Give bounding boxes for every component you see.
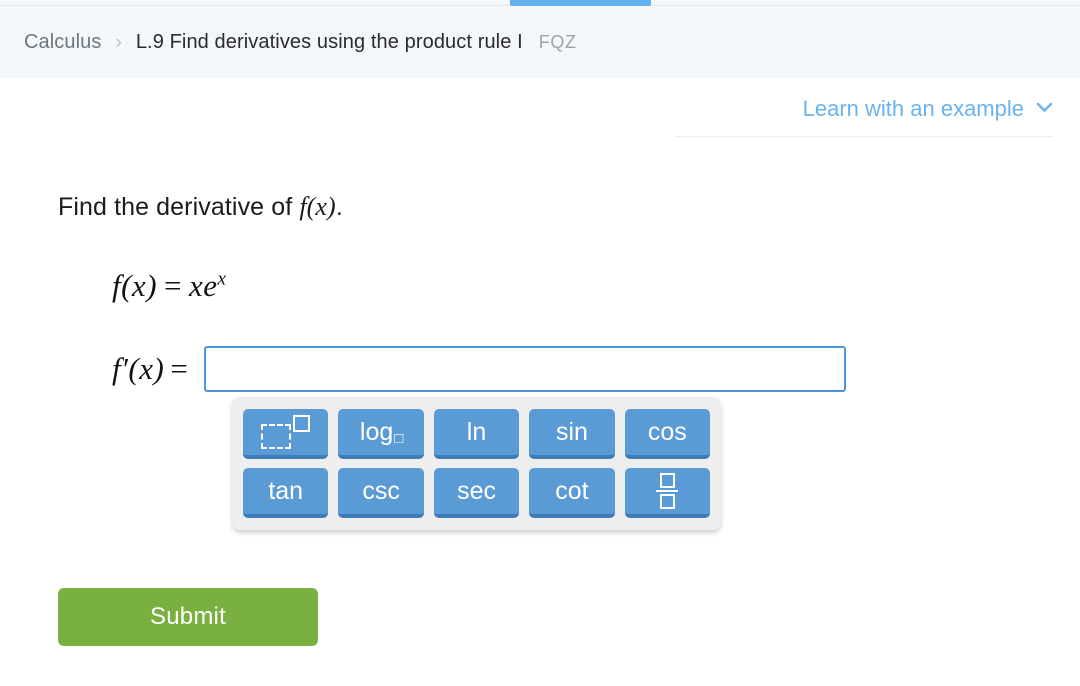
function-definition-lhs: f(x): [112, 268, 158, 303]
learn-with-example-section: Learn with an example: [675, 96, 1053, 137]
key-fraction[interactable]: [624, 468, 711, 518]
breadcrumb-course[interactable]: Calculus: [24, 31, 102, 54]
question-prefix: Find the derivative of: [58, 193, 300, 221]
key-sec[interactable]: sec: [433, 468, 520, 518]
question-suffix: .: [335, 193, 343, 221]
function-definition-operator: =: [164, 268, 183, 303]
breadcrumb-separator-icon: ›: [115, 31, 122, 53]
skill-code: FQZ: [538, 31, 577, 52]
breadcrumb-skill-title: L.9 Find derivatives using the product r…: [135, 30, 523, 53]
keypad-row-2: tan csc sec cot: [243, 468, 711, 518]
key-csc[interactable]: csc: [338, 468, 424, 518]
question-prompt: Find the derivative of f(x).: [58, 192, 343, 222]
breadcrumb-header: Calculus › L.9 Find derivatives using th…: [0, 6, 1080, 78]
answer-label-operator: =: [170, 351, 189, 386]
key-tan[interactable]: tan: [243, 468, 329, 518]
fraction-icon: [656, 473, 679, 509]
exponent-icon: [261, 415, 311, 449]
chevron-down-icon: [1036, 99, 1053, 116]
answer-label: f′(x) =: [112, 346, 188, 392]
answer-label-text: f′(x): [112, 351, 165, 386]
keypad-row-1: log □ ln sin cos: [243, 409, 711, 459]
key-exponent[interactable]: [243, 409, 329, 459]
submit-button[interactable]: Submit: [58, 588, 318, 646]
key-log-subscript: □: [394, 429, 404, 447]
learn-with-example-label: Learn with an example: [802, 96, 1024, 121]
answer-row: f′(x) =: [112, 346, 847, 392]
key-log[interactable]: log □: [338, 409, 424, 459]
function-definition: f(x) = xex: [112, 268, 226, 304]
key-ln[interactable]: ln: [433, 409, 520, 459]
key-log-label: log: [359, 417, 394, 446]
question-function: f(x): [299, 192, 336, 221]
answer-input[interactable]: [204, 346, 847, 392]
key-cot[interactable]: cot: [529, 468, 615, 518]
function-definition-exponent: x: [217, 268, 227, 290]
key-cos[interactable]: cos: [624, 409, 711, 459]
learn-with-example-button[interactable]: Learn with an example: [803, 96, 1053, 122]
learn-section-divider: [675, 136, 1053, 137]
key-sin[interactable]: sin: [529, 409, 615, 459]
function-definition-rhs: xe: [189, 268, 218, 303]
math-keypad: log □ ln sin cos tan csc sec cot: [232, 397, 721, 530]
